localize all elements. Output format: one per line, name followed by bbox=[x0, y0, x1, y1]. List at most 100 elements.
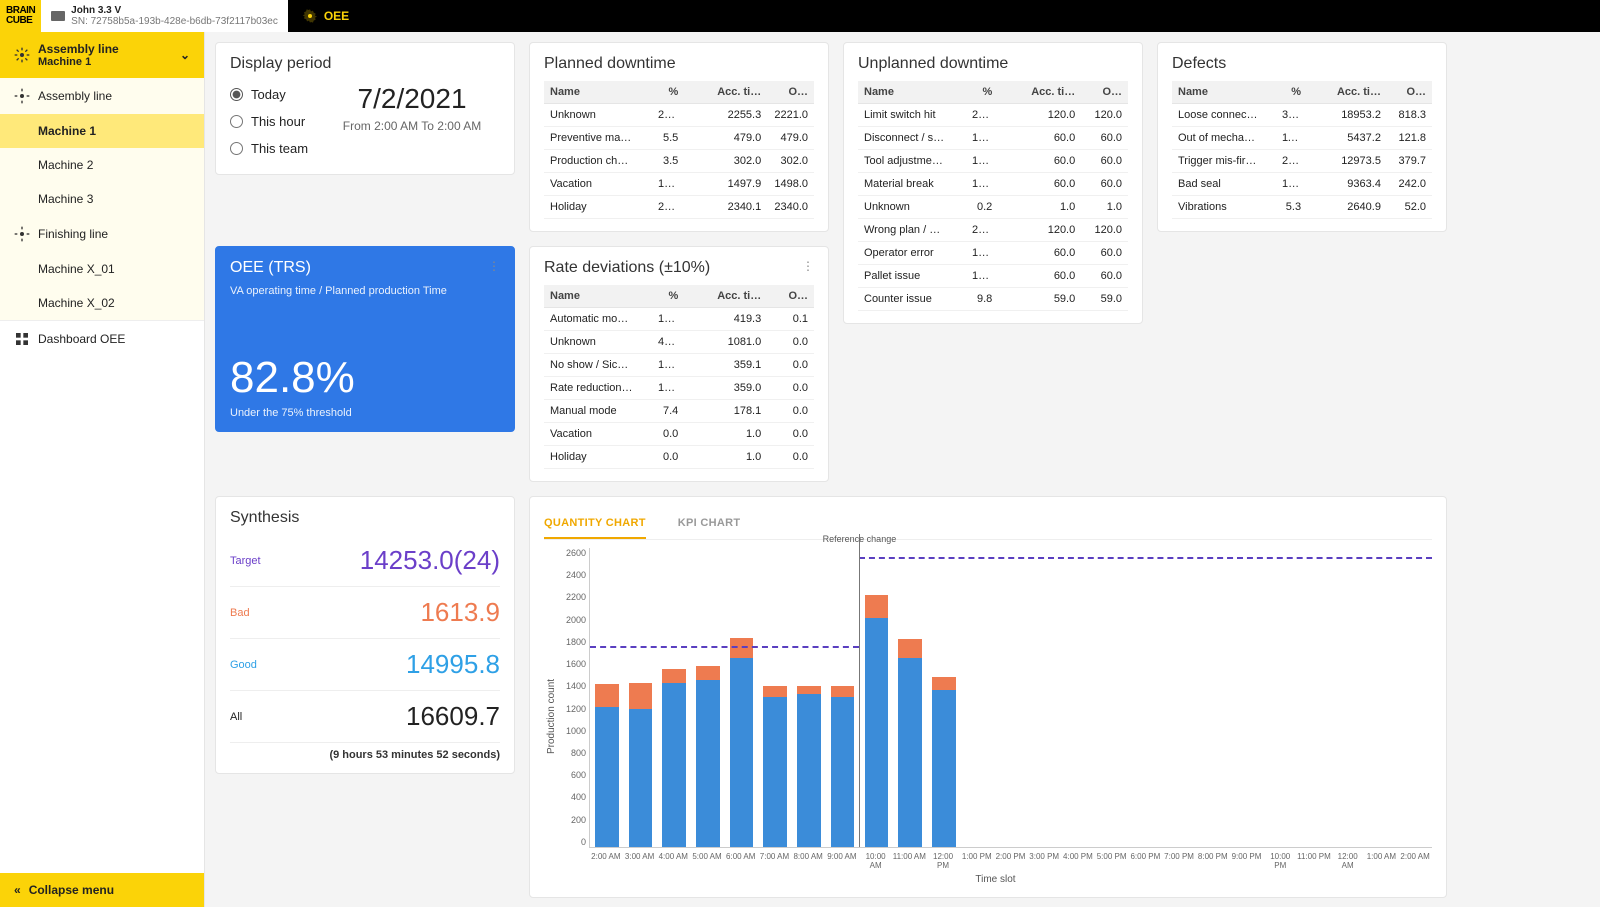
period-radio-this-hour[interactable]: This hour bbox=[230, 108, 308, 135]
table-row[interactable]: Disconnect / s…10.060.060.0 bbox=[858, 127, 1128, 150]
collapse-label: Collapse menu bbox=[29, 883, 114, 897]
col-acc[interactable]: Acc. ti… bbox=[998, 81, 1081, 104]
table-row[interactable]: Material break10.060.060.0 bbox=[858, 173, 1128, 196]
sidebar-item-machine[interactable]: Machine X_01 bbox=[0, 252, 204, 286]
cell-o: 120.0 bbox=[1081, 219, 1128, 242]
period-radio-today[interactable]: Today bbox=[230, 81, 308, 108]
sidebar-group-header[interactable]: Finishing line bbox=[0, 216, 204, 252]
chart-bar[interactable] bbox=[1365, 548, 1399, 847]
gear-icon bbox=[14, 226, 30, 242]
table-row[interactable]: Vibrations5.32640.952.0 bbox=[1172, 196, 1432, 219]
col-acc[interactable]: Acc. ti… bbox=[684, 81, 767, 104]
col-name[interactable]: Name bbox=[544, 81, 652, 104]
chart-bar[interactable] bbox=[1196, 548, 1230, 847]
col-pct[interactable]: % bbox=[652, 81, 684, 104]
table-row[interactable]: Operator error10.060.060.0 bbox=[858, 242, 1128, 265]
sidebar-item-machine[interactable]: Machine 3 bbox=[0, 182, 204, 216]
table-row[interactable]: Trigger mis-fir…26.312973.5379.7 bbox=[1172, 150, 1432, 173]
period-radio-this-team[interactable]: This team bbox=[230, 135, 308, 162]
cell-o: 0.1 bbox=[767, 308, 814, 331]
table-row[interactable]: Unknown25.92255.32221.0 bbox=[544, 104, 814, 127]
chart-bar[interactable] bbox=[1399, 548, 1433, 847]
chart-bar[interactable] bbox=[994, 548, 1028, 847]
app-chip[interactable]: OEE bbox=[288, 0, 363, 32]
col-pct[interactable]: % bbox=[966, 81, 998, 104]
table-row[interactable]: Holiday26.92340.12340.0 bbox=[544, 196, 814, 219]
table-row[interactable]: Unknown45.11081.00.0 bbox=[544, 331, 814, 354]
table-row[interactable]: Counter issue9.859.059.0 bbox=[858, 288, 1128, 311]
col-name[interactable]: Name bbox=[544, 285, 652, 308]
col-name[interactable]: Name bbox=[858, 81, 966, 104]
table-row[interactable]: Manual mode7.4178.10.0 bbox=[544, 400, 814, 423]
col-o[interactable]: O… bbox=[767, 285, 814, 308]
table-row[interactable]: Rate reduction…15.0359.00.0 bbox=[544, 377, 814, 400]
chart-bar[interactable] bbox=[1095, 548, 1129, 847]
chart-bar[interactable] bbox=[1163, 548, 1197, 847]
table-row[interactable]: Production ch…3.5302.0302.0 bbox=[544, 150, 814, 173]
chart-bar[interactable] bbox=[1297, 548, 1331, 847]
bar-good-segment bbox=[865, 618, 889, 847]
table-row[interactable]: Bad seal19.09363.4242.0 bbox=[1172, 173, 1432, 196]
table-row[interactable]: Week-end17.51525.11525.0 bbox=[544, 219, 814, 220]
chart-bar[interactable] bbox=[1129, 548, 1163, 847]
chart-bar[interactable] bbox=[826, 548, 860, 847]
table-row[interactable]: No show / Sic…15.0359.10.0 bbox=[544, 354, 814, 377]
sidebar-group-header[interactable]: Assembly line bbox=[0, 78, 204, 114]
synth-all-label: All bbox=[230, 711, 242, 723]
table-row[interactable]: Loose connec…38.418953.2818.3 bbox=[1172, 104, 1432, 127]
table-row[interactable]: Out of mecha…11.05437.2121.8 bbox=[1172, 127, 1432, 150]
tab-quantity-chart[interactable]: QUANTITY CHART bbox=[544, 509, 646, 539]
radio-input[interactable] bbox=[230, 142, 243, 155]
col-name[interactable]: Name bbox=[1172, 81, 1276, 104]
chart-bar[interactable] bbox=[927, 548, 961, 847]
chart-bar[interactable] bbox=[961, 548, 995, 847]
chart-bar[interactable] bbox=[758, 548, 792, 847]
chart-bar[interactable] bbox=[1331, 548, 1365, 847]
cell-o: 60.0 bbox=[1081, 173, 1128, 196]
table-row[interactable]: Preventive ma…5.5479.0479.0 bbox=[544, 127, 814, 150]
table-row[interactable]: Pallet issue10.060.060.0 bbox=[858, 265, 1128, 288]
col-pct[interactable]: % bbox=[652, 285, 684, 308]
dashboard-icon bbox=[14, 331, 30, 347]
col-o[interactable]: O… bbox=[1081, 81, 1128, 104]
profile-chip[interactable]: John 3.3 V SN: 72758b5a-193b-428e-b6db-7… bbox=[41, 0, 288, 32]
table-row[interactable]: Unknown0.21.01.0 bbox=[858, 196, 1128, 219]
sidebar-item-machine[interactable]: Machine 1 bbox=[0, 114, 204, 148]
table-row[interactable]: Tool adjustme…10.060.060.0 bbox=[858, 150, 1128, 173]
chart-bar[interactable] bbox=[1028, 548, 1062, 847]
chart-bar[interactable] bbox=[1230, 548, 1264, 847]
table-row[interactable]: Limit switch hit20.0120.0120.0 bbox=[858, 104, 1128, 127]
sidebar-dashboard-oee[interactable]: Dashboard OEE bbox=[0, 320, 204, 357]
col-o[interactable]: O… bbox=[767, 81, 814, 104]
cell-pct: 17.5 bbox=[652, 308, 684, 331]
col-acc[interactable]: Acc. ti… bbox=[684, 285, 767, 308]
col-o[interactable]: O… bbox=[1387, 81, 1432, 104]
kebab-menu-icon[interactable]: ⋮ bbox=[802, 259, 814, 273]
sidebar-item-machine[interactable]: Machine X_02 bbox=[0, 286, 204, 320]
kebab-menu-icon[interactable]: ⋮ bbox=[488, 259, 500, 273]
table-row[interactable]: Automatic mo…17.5419.30.1 bbox=[544, 308, 814, 331]
chart-bar[interactable] bbox=[725, 548, 759, 847]
chart-bar[interactable] bbox=[590, 548, 624, 847]
collapse-menu[interactable]: « Collapse menu bbox=[0, 873, 204, 907]
table-row[interactable]: Vacation17.21497.91498.0 bbox=[544, 173, 814, 196]
chart-bar[interactable] bbox=[860, 548, 894, 847]
sidebar-context[interactable]: Assembly line Machine 1 ⌄ bbox=[0, 32, 204, 78]
chart-bar[interactable] bbox=[691, 548, 725, 847]
col-acc[interactable]: Acc. ti… bbox=[1307, 81, 1387, 104]
chart-bar[interactable] bbox=[792, 548, 826, 847]
chart-bar[interactable] bbox=[1062, 548, 1096, 847]
chart-bar[interactable] bbox=[1264, 548, 1298, 847]
chart-bar[interactable] bbox=[893, 548, 927, 847]
tab-kpi-chart[interactable]: KPI CHART bbox=[678, 509, 741, 539]
table-row[interactable]: Wrong plan / …20.0120.0120.0 bbox=[858, 219, 1128, 242]
chart-bar[interactable] bbox=[657, 548, 691, 847]
card-title: Synthesis bbox=[230, 509, 500, 527]
chart-bar[interactable] bbox=[624, 548, 658, 847]
radio-input[interactable] bbox=[230, 115, 243, 128]
table-row[interactable]: Holiday0.01.00.0 bbox=[544, 446, 814, 469]
radio-input[interactable] bbox=[230, 88, 243, 101]
sidebar-item-machine[interactable]: Machine 2 bbox=[0, 148, 204, 182]
table-row[interactable]: Vacation0.01.00.0 bbox=[544, 423, 814, 446]
col-pct[interactable]: % bbox=[1276, 81, 1307, 104]
